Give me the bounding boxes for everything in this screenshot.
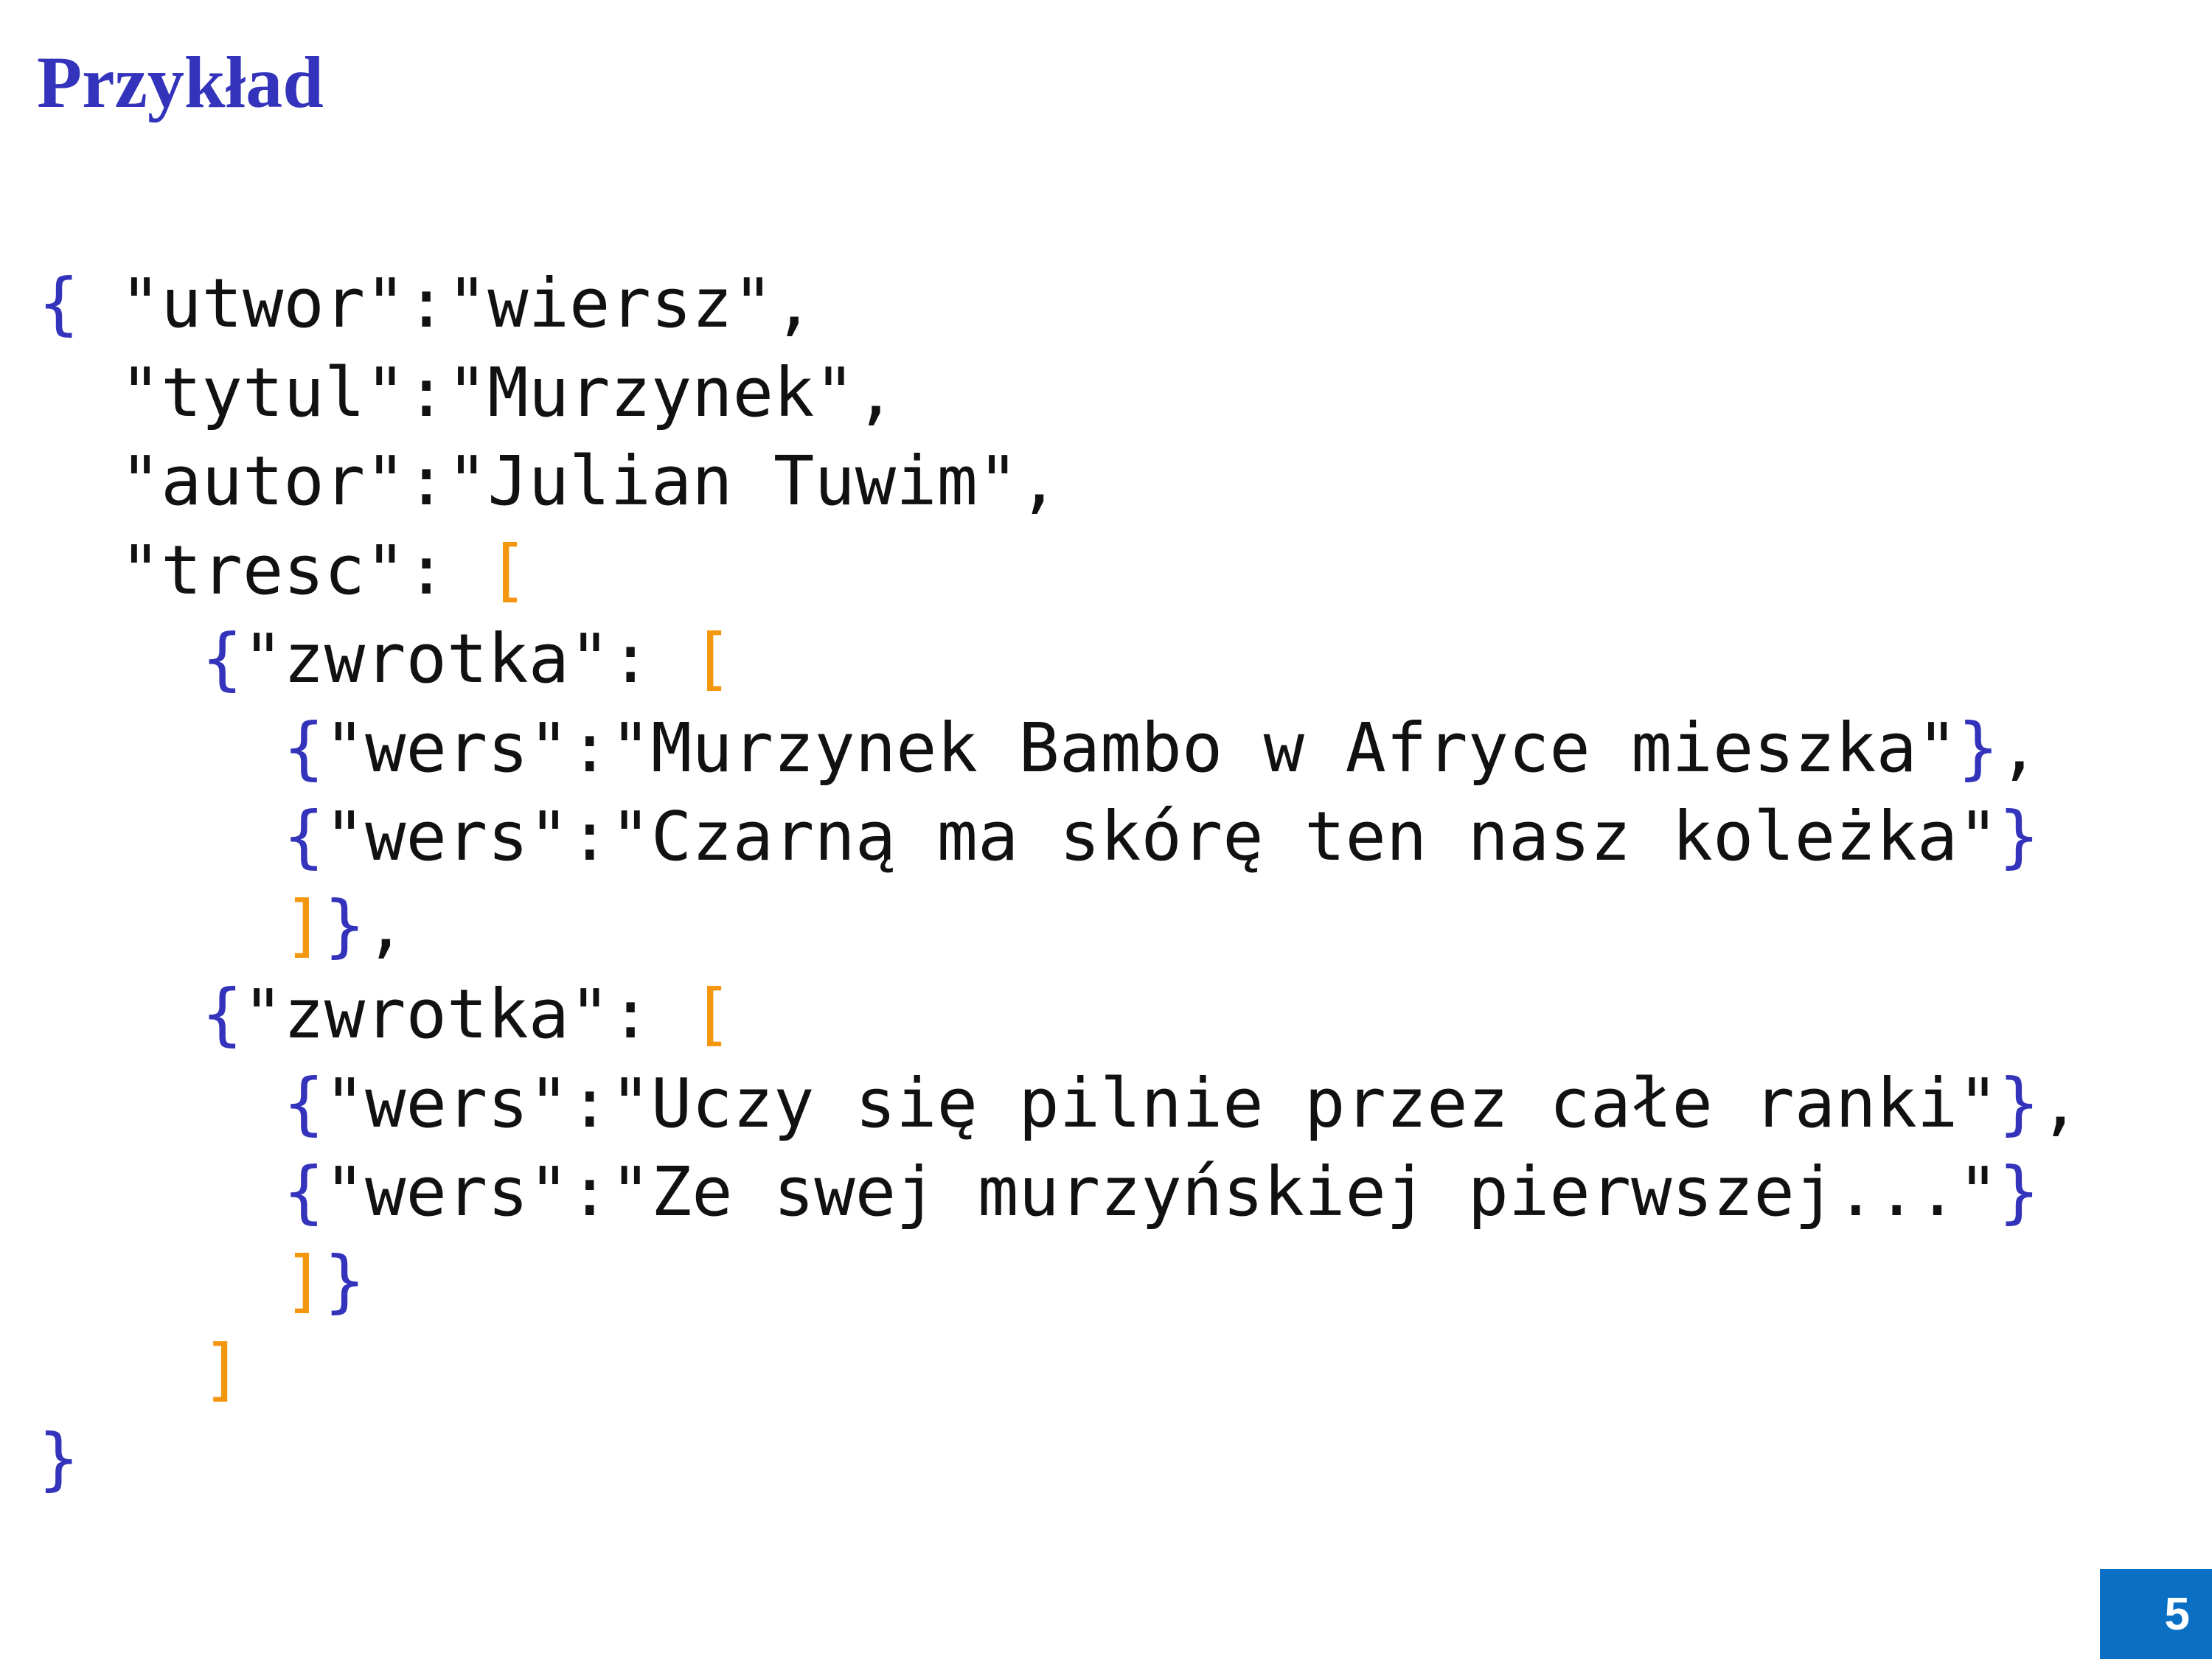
code-text: "wers":"Uczy się pilnie przez całe ranki… [324,1063,1999,1143]
code-text: "utwor":"wiersz", [79,264,815,343]
slide-title: Przykład [37,41,324,123]
code-text: "tytul":"Murzynek", [38,352,897,432]
code-bracket: ] [283,1241,324,1321]
code-bracket: ] [283,886,324,965]
code-line: {"zwrotka": [ [38,615,2080,704]
code-text: , [1998,708,2040,787]
code-line: ]}, [38,882,2080,971]
code-line: "tresc": [ [38,526,2080,616]
code-line: {"wers":"Czarną ma skórę ten nasz koleżk… [38,793,2080,882]
code-bracket: [ [487,530,529,610]
code-brace: { [201,975,243,1054]
code-brace: { [38,264,80,343]
code-brace: } [1998,1152,2040,1231]
code-brace: } [1958,708,1999,787]
code-brace: } [38,1419,80,1498]
code-text: "zwrotka": [242,975,692,1054]
code-brace: { [201,619,243,698]
json-code-block: { "utwor":"wiersz", "tytul":"Murzynek", … [38,260,2080,1503]
code-brace: { [283,1063,324,1143]
code-line: ]} [38,1237,2080,1326]
code-line: {"zwrotka": [ [38,970,2080,1060]
code-line: } [38,1415,2080,1504]
code-brace: { [283,1152,324,1231]
code-bracket: [ [692,619,733,698]
code-bracket: [ [692,975,733,1054]
code-line: "autor":"Julian Tuwim", [38,437,2080,526]
code-line: ] [38,1326,2080,1415]
code-text: , [365,886,406,965]
code-brace: } [324,886,366,965]
page-number-badge: 5 [2100,1569,2212,1659]
code-text: "wers":"Murzynek Bambo w Afryce mieszka" [324,708,1958,787]
code-brace: } [1998,1063,2040,1143]
code-text: "tresc": [38,530,488,610]
code-brace: } [1998,797,2040,876]
code-bracket: ] [201,1330,243,1409]
code-text: "autor":"Julian Tuwim", [38,442,1060,521]
code-brace: { [283,708,324,787]
code-text: , [2039,1063,2081,1143]
code-line: { "utwor":"wiersz", [38,260,2080,349]
code-line: {"wers":"Murzynek Bambo w Afryce mieszka… [38,704,2080,793]
code-text: "wers":"Ze swej murzyńskiej pierwszej...… [324,1152,1999,1231]
code-line: "tytul":"Murzynek", [38,349,2080,438]
code-text: "zwrotka": [242,619,692,698]
code-brace: } [324,1241,366,1321]
code-text: "wers":"Czarną ma skórę ten nasz koleżka… [324,797,1999,876]
code-brace: { [283,797,324,876]
code-line: {"wers":"Ze swej murzyńskiej pierwszej..… [38,1148,2080,1237]
code-line: {"wers":"Uczy się pilnie przez całe rank… [38,1060,2080,1149]
